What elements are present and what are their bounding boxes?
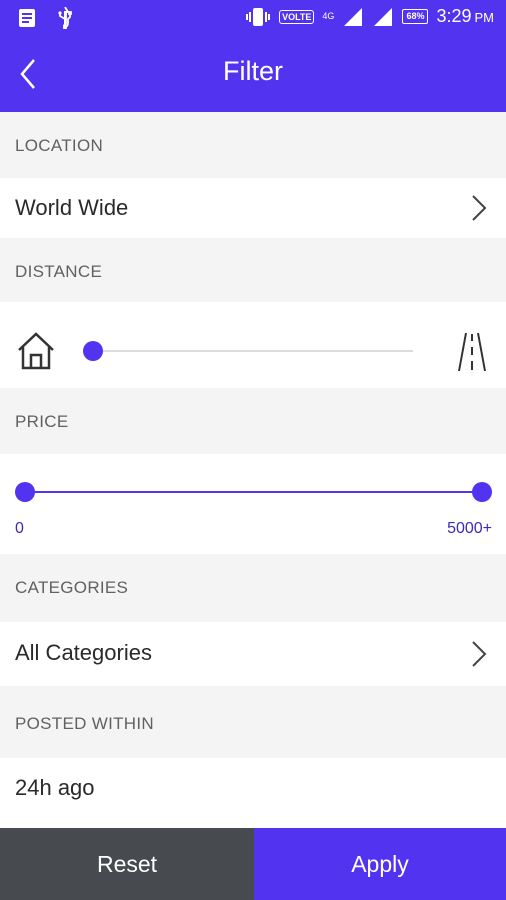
vibrate-icon: [246, 7, 271, 26]
posted-within-value: 24h ago: [15, 775, 95, 800]
posted-within-section-header: POSTED WITHIN: [0, 686, 506, 758]
signal-icon: [344, 7, 363, 26]
page-title: Filter: [223, 56, 283, 86]
price-row: 0 5000+: [0, 454, 506, 554]
document-notification-icon: [19, 9, 35, 27]
categories-value: All Categories: [15, 640, 152, 665]
distance-label: DISTANCE: [15, 262, 103, 281]
signal-2-icon: [374, 7, 393, 26]
battery-icon: 68%: [402, 9, 429, 24]
chevron-right-icon: [472, 195, 487, 221]
status-bar: VOLTE 4G 68% 3:29 PM: [0, 0, 506, 36]
categories-row[interactable]: All Categories: [0, 622, 506, 686]
categories-label: CATEGORIES: [15, 578, 129, 597]
status-time: 3:29 PM: [436, 6, 494, 26]
usb-icon: [58, 7, 72, 29]
price-min-label: 0: [15, 520, 24, 537]
home-icon: [18, 332, 54, 370]
price-label: PRICE: [15, 412, 69, 431]
distance-row: [0, 302, 506, 388]
price-max-thumb[interactable]: [472, 482, 492, 502]
volte-badge: VOLTE: [279, 9, 315, 24]
price-slider-track[interactable]: [25, 491, 482, 493]
chevron-right-icon: [472, 641, 487, 667]
network-type: 4G: [322, 11, 335, 21]
road-icon: [458, 332, 486, 372]
battery-level: 68%: [406, 11, 425, 21]
location-row[interactable]: World Wide: [0, 178, 506, 238]
price-min-thumb[interactable]: [15, 482, 35, 502]
distance-section-header: DISTANCE: [0, 238, 506, 302]
reset-button[interactable]: Reset: [0, 828, 254, 900]
categories-section-header: CATEGORIES: [0, 554, 506, 622]
distance-slider-thumb[interactable]: [83, 341, 103, 361]
apply-button[interactable]: Apply: [254, 828, 506, 900]
posted-within-row[interactable]: 24h ago: [0, 758, 506, 828]
posted-within-label: POSTED WITHIN: [15, 714, 154, 733]
price-max-label: 5000+: [447, 520, 492, 537]
app-bar: Filter: [0, 36, 506, 112]
location-value: World Wide: [15, 195, 129, 220]
location-section-header: LOCATION: [0, 112, 506, 178]
location-label: LOCATION: [15, 136, 104, 155]
price-section-header: PRICE: [0, 388, 506, 454]
distance-slider-track[interactable]: [93, 350, 413, 352]
bottom-action-bar: Reset Apply: [0, 828, 506, 900]
